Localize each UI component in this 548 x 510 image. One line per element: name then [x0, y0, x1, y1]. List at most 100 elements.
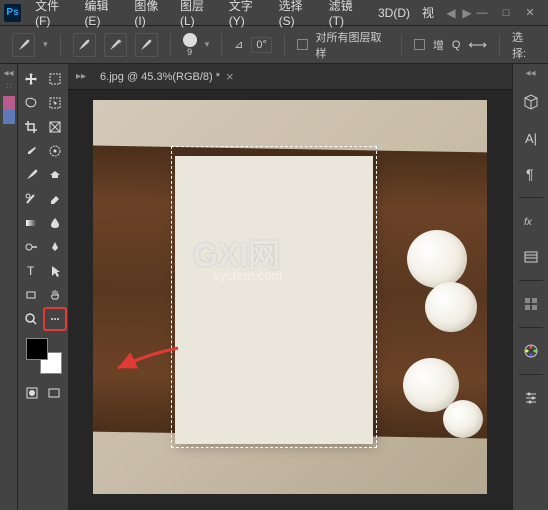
menu-file[interactable]: 文件(F) [29, 0, 78, 28]
screenmode-tool[interactable] [44, 382, 64, 404]
swatches-panel-icon[interactable] [518, 291, 544, 317]
add-selection-icon[interactable]: + [104, 33, 127, 57]
healing-tool[interactable] [44, 140, 66, 162]
edit-toolbar-tool[interactable] [44, 308, 66, 330]
separator [519, 374, 543, 375]
color-panel-icon[interactable] [3, 96, 15, 124]
angle-icon: ⊿ [234, 38, 243, 51]
separator [401, 34, 402, 56]
new-selection-icon[interactable] [73, 33, 96, 57]
document-canvas[interactable]: GXI网 system.com [93, 100, 487, 494]
separator [170, 34, 171, 56]
clone-stamp-tool[interactable] [44, 164, 66, 186]
svg-text:+: + [118, 39, 122, 46]
menu-edit[interactable]: 编辑(E) [78, 0, 128, 28]
frame-tool[interactable] [44, 116, 66, 138]
gradient-tool[interactable] [20, 212, 42, 234]
angle-input[interactable]: 0° [251, 37, 272, 53]
expand-icon[interactable]: ◂◂ [525, 68, 535, 79]
styles-panel-icon[interactable]: fx [518, 208, 544, 234]
type-tool[interactable]: T [20, 260, 42, 282]
image-cotton [443, 400, 483, 438]
document-tab-title: 6.jpg @ 45.3%(RGB/8) * [100, 71, 220, 83]
close-tab-icon[interactable]: × [226, 69, 234, 84]
menu-3d[interactable]: 3D(D) [372, 6, 416, 20]
brush-tool[interactable] [20, 164, 42, 186]
settings-arrow-icon[interactable]: ⟷ [468, 37, 487, 53]
quickmask-tool[interactable] [22, 382, 42, 404]
paragraph-panel-icon[interactable]: ¶ [518, 161, 544, 187]
menu-select[interactable]: 选择(S) [273, 0, 323, 28]
expand-icon[interactable]: ▸▸ [76, 71, 86, 82]
maximize-button[interactable]: □ [498, 5, 514, 21]
left-panel-strip: ◂◂ ∷ [0, 64, 18, 510]
history-brush-tool[interactable] [20, 188, 42, 210]
color-panel-icon[interactable] [518, 338, 544, 364]
expand-icon[interactable]: ◂◂ [3, 68, 13, 79]
select-subject-label[interactable]: 选择: [512, 29, 536, 61]
canvas-area: ▸▸ 6.jpg @ 45.3%(RGB/8) * × GXI网 system.… [68, 64, 512, 510]
sample-all-label: 对所有图层取样 [316, 29, 390, 61]
canvas-viewport[interactable]: GXI网 system.com [68, 90, 512, 510]
svg-text:-: - [149, 39, 152, 46]
path-select-tool[interactable] [44, 260, 66, 282]
marquee-selection [171, 146, 377, 448]
menu-filter[interactable]: 滤镜(T) [323, 0, 372, 28]
close-button[interactable]: ✕ [522, 5, 538, 21]
dodge-tool[interactable] [20, 236, 42, 258]
image-cotton [425, 282, 477, 332]
eraser-tool[interactable] [44, 188, 66, 210]
menu-type[interactable]: 文字(Y) [223, 0, 273, 28]
separator [519, 197, 543, 198]
auto-enhance-label: 增 [433, 37, 444, 53]
menu-scroll-right-icon[interactable]: ▶ [460, 6, 474, 20]
separator [499, 34, 500, 56]
pen-tool[interactable] [44, 236, 66, 258]
chevron-down-icon[interactable]: ▾ [205, 39, 210, 50]
character-panel-icon[interactable]: A| [518, 125, 544, 151]
rectangle-tool[interactable] [20, 284, 42, 306]
hand-tool[interactable] [44, 284, 66, 306]
brush-preview-icon[interactable] [183, 33, 197, 47]
adjustments-panel-icon[interactable] [518, 385, 544, 411]
sample-all-checkbox[interactable] [297, 39, 308, 50]
svg-text:¶: ¶ [526, 166, 534, 182]
app-logo: Ps [4, 4, 21, 22]
svg-text:fx: fx [524, 217, 533, 228]
foreground-color[interactable] [26, 338, 48, 360]
move-tool[interactable] [20, 68, 42, 90]
auto-enhance-checkbox[interactable] [414, 39, 425, 50]
q-label: Q [452, 39, 461, 51]
options-bar: ▾ + - 9 ▾ ⊿ 0° 对所有图层取样 增 Q ⟷ 选择: [0, 26, 548, 64]
minimize-button[interactable]: — [474, 5, 490, 21]
chevron-down-icon[interactable]: ▾ [43, 39, 48, 50]
brush-size-label: 9 [187, 47, 192, 57]
menu-layer[interactable]: 图层(L) [174, 0, 223, 28]
glyphs-panel-icon[interactable] [518, 244, 544, 270]
libraries-panel-icon[interactable] [518, 89, 544, 115]
panel-grip-icon[interactable]: ∷ [6, 81, 11, 92]
lasso-tool[interactable] [20, 92, 42, 114]
document-tab[interactable]: 6.jpg @ 45.3%(RGB/8) * × [94, 64, 240, 90]
toolbox: T [18, 64, 68, 510]
subtract-selection-icon[interactable]: - [135, 33, 158, 57]
crop-tool[interactable] [20, 116, 42, 138]
object-select-tool[interactable] [44, 92, 66, 114]
separator [60, 34, 61, 56]
zoom-tool[interactable] [20, 308, 42, 330]
blur-tool[interactable] [44, 212, 66, 234]
separator [221, 34, 222, 56]
svg-text:T: T [27, 264, 35, 278]
eyedropper-tool[interactable] [20, 140, 42, 162]
right-panel-strip: ◂◂ A| ¶ fx [512, 64, 548, 510]
separator [519, 280, 543, 281]
menu-bar: Ps 文件(F) 编辑(E) 图像(I) 图层(L) 文字(Y) 选择(S) 滤… [0, 0, 548, 26]
menu-image[interactable]: 图像(I) [128, 0, 174, 28]
separator [284, 34, 285, 56]
menu-scroll-left-icon[interactable]: ◀ [444, 6, 458, 20]
tool-preset-icon[interactable] [12, 33, 35, 57]
menu-view[interactable]: 视 [416, 4, 440, 21]
color-swatches[interactable] [26, 338, 62, 374]
marquee-tool[interactable] [44, 68, 66, 90]
document-tab-bar: ▸▸ 6.jpg @ 45.3%(RGB/8) * × [68, 64, 512, 90]
